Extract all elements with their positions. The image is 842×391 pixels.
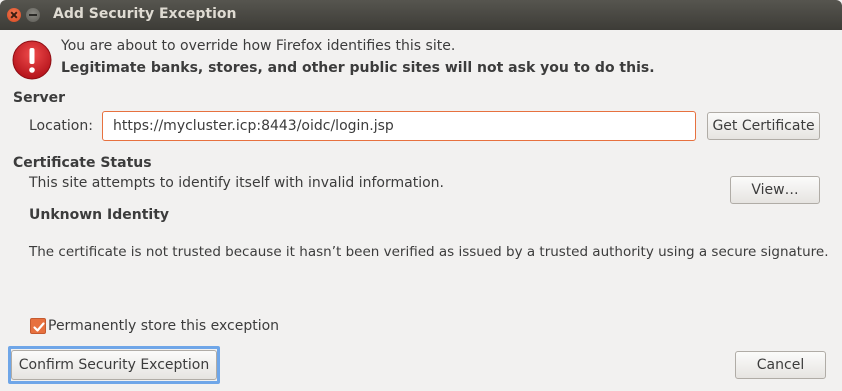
intro-warning-bold-text: Legitimate banks, stores, and other publ… bbox=[61, 60, 655, 76]
cancel-button[interactable]: Cancel bbox=[735, 351, 826, 379]
warning-exclamation-icon bbox=[12, 40, 52, 80]
confirm-security-exception-button[interactable]: Confirm Security Exception bbox=[11, 350, 217, 380]
checkmark-icon bbox=[33, 322, 45, 332]
window-title: Add Security Exception bbox=[53, 6, 237, 22]
location-input[interactable] bbox=[102, 111, 696, 141]
intro-warning-text: You are about to override how Firefox id… bbox=[61, 38, 456, 54]
unknown-identity-heading: Unknown Identity bbox=[29, 207, 170, 223]
permanently-store-label[interactable]: Permanently store this exception bbox=[48, 318, 279, 334]
server-section-heading: Server bbox=[13, 90, 66, 106]
get-certificate-button[interactable]: Get Certificate bbox=[707, 112, 820, 140]
certificate-status-heading: Certificate Status bbox=[13, 155, 152, 171]
certificate-status-summary: This site attempts to identify itself wi… bbox=[29, 175, 444, 191]
minimize-window-button[interactable] bbox=[26, 8, 40, 22]
close-window-button[interactable] bbox=[7, 8, 21, 22]
unknown-identity-detail: The certificate is not trusted because i… bbox=[29, 244, 829, 260]
permanently-store-checkbox[interactable] bbox=[30, 318, 46, 334]
location-label: Location: bbox=[29, 118, 93, 134]
window-titlebar: Add Security Exception bbox=[0, 0, 842, 30]
view-certificate-button[interactable]: View… bbox=[730, 176, 820, 204]
